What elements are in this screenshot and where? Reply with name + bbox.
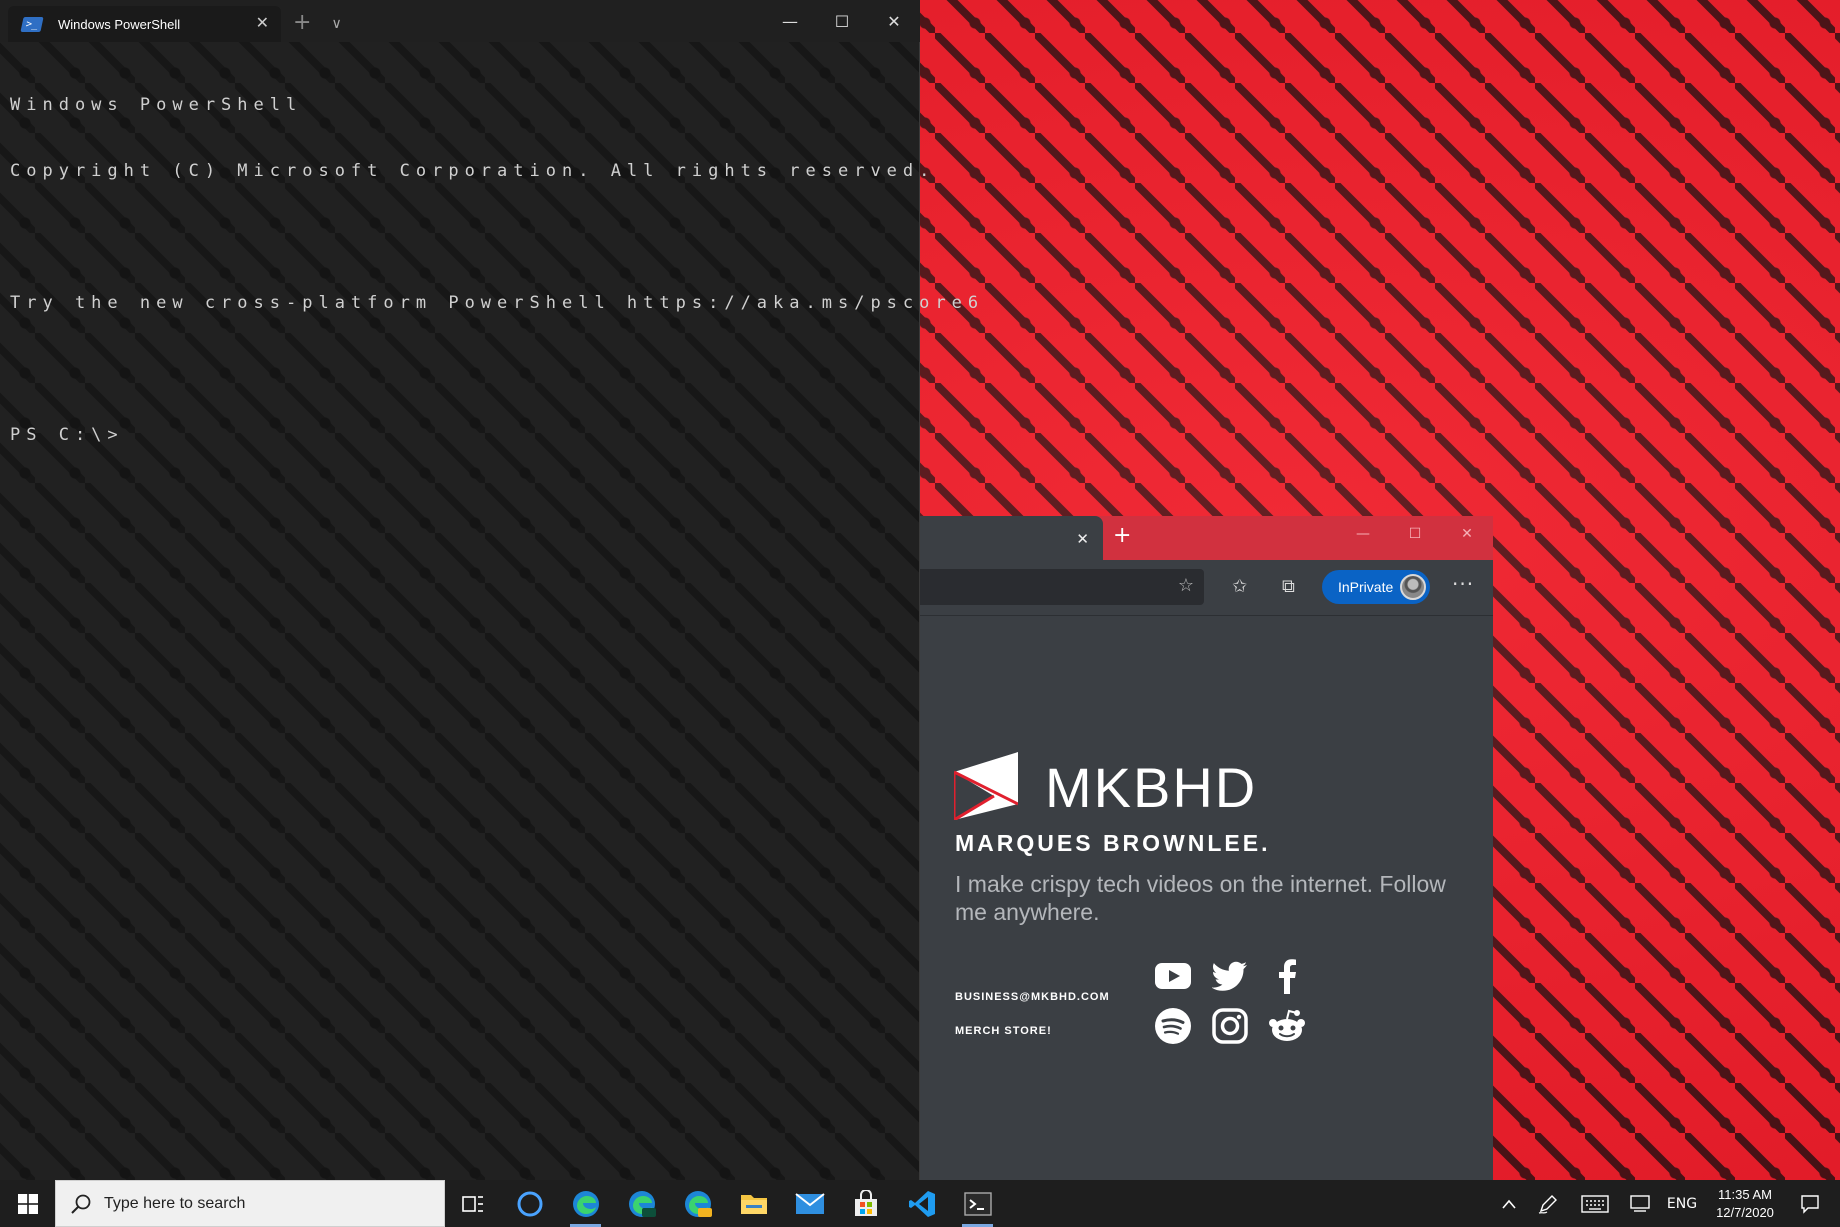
terminal-output[interactable]: Windows PowerShell Copyright (C) Microso… (10, 50, 984, 490)
close-tab-icon[interactable]: ✕ (256, 15, 269, 31)
search-icon (71, 1194, 91, 1214)
clock[interactable]: 11:35 AM 12/7/2020 (1700, 1186, 1790, 1222)
edge-dev-icon[interactable] (614, 1180, 669, 1227)
terminal-tab[interactable]: >_ Windows PowerShell ✕ (8, 6, 281, 42)
close-button[interactable]: ✕ (868, 0, 920, 42)
minimize-button[interactable]: — (1337, 516, 1389, 552)
edge-canary-icon[interactable] (670, 1180, 725, 1227)
terminal-line: Try the new cross-platform PowerShell ht… (10, 293, 985, 313)
close-tab-icon[interactable]: ✕ (1076, 530, 1089, 548)
terminal-titlebar[interactable]: >_ Windows PowerShell ✕ + ∨ — ☐ ✕ (0, 0, 920, 42)
reddit-icon[interactable] (1267, 1006, 1307, 1046)
browser-window-controls: — ☐ ✕ (1337, 516, 1493, 552)
mail-icon[interactable] (782, 1180, 837, 1227)
page-subtitle: MARQUES BROWNLEE. (955, 830, 1271, 856)
avatar (1400, 574, 1426, 600)
terminal-line: Windows PowerShell (10, 95, 303, 115)
merch-store-link[interactable]: MERCH STORE! (955, 1025, 1052, 1037)
minimize-button[interactable]: — (764, 0, 816, 42)
terminal-tab-title: Windows PowerShell (58, 16, 181, 32)
task-view-icon[interactable] (445, 1180, 500, 1227)
taskbar-search[interactable]: Type here to search (55, 1180, 445, 1227)
browser-toolbar: ☆ ✩ ⧉ InPrivate ··· (920, 560, 1493, 616)
page-tagline: I make crispy tech videos on the interne… (955, 871, 1446, 925)
facebook-icon[interactable] (1267, 956, 1307, 996)
start-button[interactable] (0, 1180, 55, 1227)
inprivate-button[interactable]: InPrivate (1322, 570, 1430, 604)
collections-icon[interactable]: ⧉ (1282, 576, 1295, 597)
vscode-icon[interactable] (894, 1180, 949, 1227)
show-hidden-icons-icon[interactable] (1496, 1180, 1522, 1227)
terminal-prompt[interactable]: PS C:\> (10, 424, 984, 446)
edge-icon[interactable] (558, 1180, 613, 1227)
inprivate-label: InPrivate (1338, 579, 1394, 595)
clock-date: 12/7/2020 (1716, 1205, 1774, 1220)
search-placeholder: Type here to search (104, 1194, 246, 1212)
youtube-icon[interactable] (1153, 956, 1193, 996)
spotify-icon[interactable] (1153, 1006, 1193, 1046)
address-bar[interactable]: ☆ (920, 569, 1204, 605)
favorites-icon[interactable]: ✩ (1232, 576, 1247, 597)
file-explorer-icon[interactable] (726, 1180, 781, 1227)
terminal-window-controls: — ☐ ✕ (764, 0, 920, 42)
mkbhd-logo-icon (954, 752, 1018, 820)
store-icon[interactable] (838, 1180, 893, 1227)
cortana-icon[interactable] (502, 1180, 557, 1227)
tab-dropdown-button[interactable]: ∨ (331, 16, 341, 32)
powershell-icon: >_ (20, 16, 44, 32)
new-tab-button[interactable]: + (293, 12, 311, 34)
logo-text: MKBHD (1045, 756, 1258, 819)
favorite-star-icon[interactable]: ☆ (1178, 575, 1194, 596)
taskbar: Type here to search ENG 11:35 AM 12/7/20… (0, 1180, 1840, 1227)
terminal-line: Copyright (C) Microsoft Corporation. All… (10, 161, 936, 181)
pen-workspace-icon[interactable] (1534, 1180, 1562, 1227)
terminal-window[interactable]: >_ Windows PowerShell ✕ + ∨ — ☐ ✕ Window… (0, 0, 978, 1180)
windows-logo-icon (17, 1193, 38, 1214)
language-indicator[interactable]: ENG (1664, 1180, 1700, 1227)
instagram-icon[interactable] (1210, 1006, 1250, 1046)
clock-time: 11:35 AM (1718, 1187, 1772, 1202)
network-icon[interactable] (1626, 1180, 1654, 1227)
maximize-button[interactable]: ☐ (1389, 516, 1441, 552)
terminal-icon[interactable] (950, 1180, 1005, 1227)
twitter-icon[interactable] (1210, 956, 1250, 996)
browser-tab[interactable]: ✕ (920, 516, 1103, 560)
more-options-icon[interactable]: ··· (1452, 572, 1474, 596)
maximize-button[interactable]: ☐ (816, 0, 868, 42)
new-tab-button[interactable]: + (1113, 523, 1131, 548)
email-link[interactable]: BUSINESS@MKBHD.COM (955, 991, 1110, 1003)
touch-keyboard-icon[interactable] (1578, 1180, 1612, 1227)
browser-titlebar[interactable]: ✕ + — ☐ ✕ (920, 516, 1493, 560)
notifications-icon[interactable] (1790, 1180, 1830, 1227)
browser-window[interactable]: ✕ + — ☐ ✕ ☆ ✩ ⧉ InPrivate ··· MKBHD MARQ… (920, 516, 1493, 1180)
close-button[interactable]: ✕ (1441, 516, 1493, 552)
